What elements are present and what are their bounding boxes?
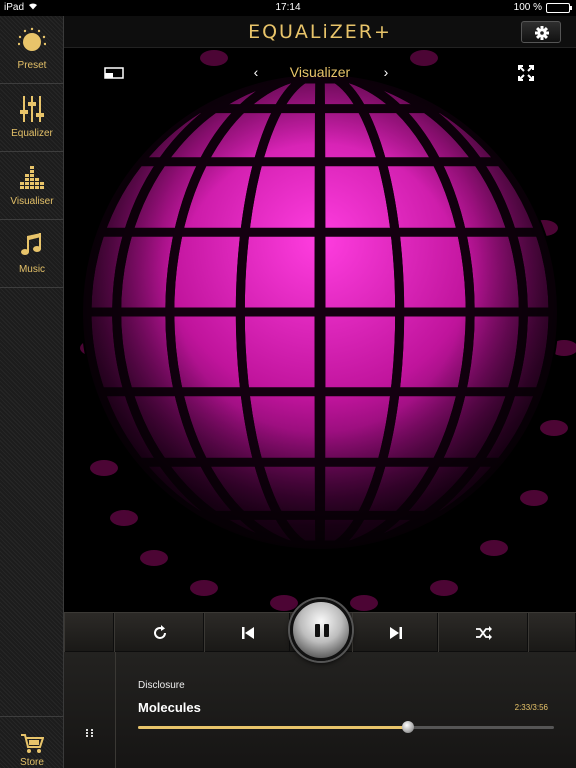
next-track-button[interactable]	[352, 613, 438, 653]
queue-handle-icon[interactable]	[84, 728, 98, 738]
light-spot	[430, 580, 458, 596]
transport-segment	[528, 613, 576, 653]
previous-track-button[interactable]	[204, 613, 290, 653]
gear-icon	[535, 26, 549, 40]
shuffle-button[interactable]	[438, 613, 528, 653]
light-spot	[480, 540, 508, 556]
light-spot	[520, 490, 548, 506]
music-note-icon	[21, 233, 41, 255]
cart-icon	[21, 734, 44, 753]
visualiser-bars-icon	[20, 166, 44, 189]
light-spot	[110, 510, 138, 526]
sidebar-item-store[interactable]: Store	[0, 716, 64, 768]
sidebar-item-label: Preset	[17, 60, 47, 71]
artist-name: Disclosure	[138, 680, 185, 691]
light-spot	[190, 580, 218, 596]
light-spot	[540, 420, 568, 436]
light-spot	[270, 595, 298, 611]
play-pause-button[interactable]	[290, 599, 352, 661]
sidebar: Preset Equalizer Visualiser Music Store	[0, 16, 64, 768]
clock: 17:14	[275, 2, 301, 13]
fullscreen-icon[interactable]	[518, 65, 534, 81]
shuffle-icon	[476, 626, 492, 640]
next-track-icon	[390, 627, 402, 639]
track-title: Molecules	[138, 700, 201, 715]
repeat-icon	[154, 625, 166, 639]
equalizer-sliders-icon	[20, 96, 44, 122]
track-time: 2:33/3:56	[514, 703, 548, 712]
app-header: EQUALiZER+	[64, 16, 576, 48]
progress-slider[interactable]	[138, 721, 554, 733]
settings-button[interactable]	[521, 21, 561, 43]
sidebar-item-music[interactable]: Music	[0, 220, 64, 288]
sidebar-item-equalizer[interactable]: Equalizer	[0, 84, 64, 152]
battery-icon	[546, 3, 572, 13]
repeat-button[interactable]	[114, 613, 204, 653]
now-playing-panel: Disclosure Molecules 2:33/3:56	[64, 652, 576, 768]
light-spot	[90, 460, 118, 476]
previous-track-icon	[242, 627, 254, 639]
sidebar-item-label: Music	[18, 264, 46, 275]
queue-area	[64, 652, 116, 768]
store-label: Store	[20, 757, 44, 768]
transport-segment	[64, 613, 114, 653]
preset-icon	[18, 27, 46, 51]
sidebar-item-preset[interactable]: Preset	[0, 16, 64, 84]
disco-ball-visual	[80, 50, 576, 611]
battery-percent: 100 %	[513, 2, 542, 13]
status-bar: iPad 17:14 100 %	[0, 0, 576, 16]
progress-thumb[interactable]	[401, 721, 414, 733]
visualizer-title: Visualizer	[289, 64, 351, 80]
sidebar-item-visualiser[interactable]: Visualiser	[0, 152, 64, 220]
visualizer-title-row: ‹ Visualizer ›	[64, 64, 576, 82]
progress-fill	[138, 726, 408, 729]
visualizer-area[interactable]: ‹ Visualizer ›	[64, 48, 576, 612]
next-visualizer-button[interactable]: ›	[380, 64, 392, 80]
light-spot	[140, 550, 168, 566]
light-spot	[350, 595, 378, 611]
sidebar-item-label: Equalizer	[11, 128, 53, 139]
transport-bar	[64, 599, 576, 661]
app-title: EQUALiZER+	[248, 21, 392, 43]
sidebar-item-label: Visualiser	[10, 196, 54, 207]
